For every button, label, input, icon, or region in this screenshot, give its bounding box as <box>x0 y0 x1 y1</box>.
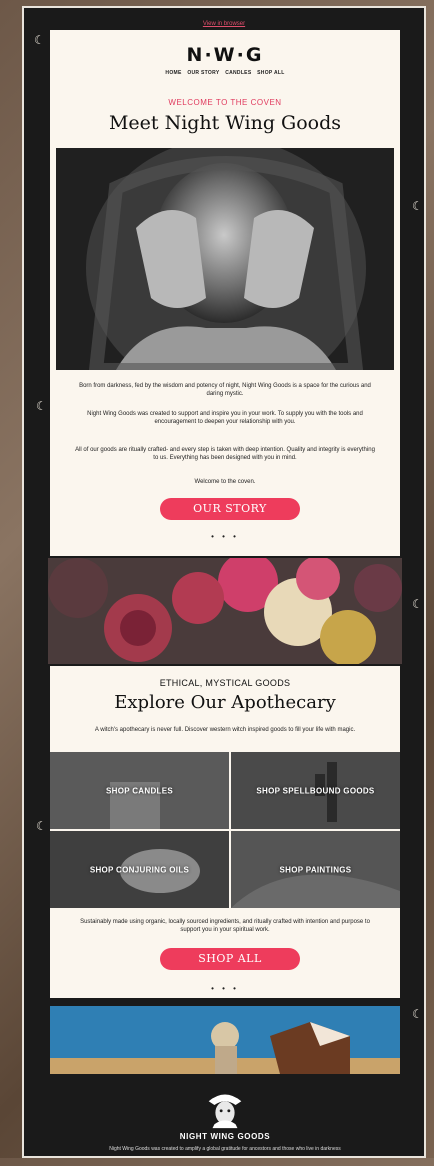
email-frame: View in browser ☾ ☾ ☾ ☾ ☾ ☾ N·W·G HOME O… <box>22 6 426 1158</box>
intro-eyebrow: WELCOME TO THE COVEN <box>168 98 282 107</box>
shop-spellbound-goods-label: SHOP SPELLBOUND GOODS <box>256 786 375 795</box>
crescent-moon-icon: ☾ <box>36 819 47 833</box>
apothecary-description: A witch's apothecary is never full. Disc… <box>94 727 356 733</box>
crescent-moon-icon: ☾ <box>412 1007 423 1021</box>
our-story-button[interactable]: OUR STORY <box>160 498 300 520</box>
main-nav: HOME OUR STORY CANDLES SHOP ALL <box>50 70 400 76</box>
horse-image <box>50 1006 400 1074</box>
crescent-moon-icon: ☾ <box>34 33 45 47</box>
footer-brand: NIGHT WING GOODS <box>179 1132 271 1141</box>
apothecary-note: Sustainably made using organic, locally … <box>80 919 370 933</box>
intro-title: Meet Night Wing Goods <box>108 112 342 134</box>
crescent-moon-icon: ☾ <box>36 399 47 413</box>
crescent-moon-icon: ☾ <box>412 597 423 611</box>
crescent-moon-icon: ☾ <box>412 199 423 213</box>
footer: NIGHT WING GOODS Night Wing Goods was cr… <box>50 1078 400 1166</box>
nav-home[interactable]: HOME <box>165 70 181 76</box>
nav-candles[interactable]: CANDLES <box>225 70 251 76</box>
apothecary-section: ETHICAL, MYSTICAL GOODS Explore Our Apot… <box>50 666 400 998</box>
shop-all-button[interactable]: SHOP ALL <box>160 948 300 970</box>
intro-paragraph: Welcome to the coven. <box>194 479 256 485</box>
top-bar: View in browser <box>24 12 424 28</box>
flowers-image <box>48 558 402 664</box>
shop-candles-tile[interactable]: SHOP CANDLES <box>50 752 229 829</box>
footer-text: Night Wing Goods was created to amplify … <box>109 1146 341 1152</box>
shop-paintings-tile[interactable]: SHOP PAINTINGS <box>231 831 400 908</box>
intro-paragraph: All of our goods are ritually crafted- a… <box>75 447 375 461</box>
apothecary-eyebrow: ETHICAL, MYSTICAL GOODS <box>159 678 291 688</box>
shop-conjuring-oils-label: SHOP CONJURING OILS <box>89 865 190 874</box>
nav-our-story[interactable]: OUR STORY <box>187 70 219 76</box>
shop-conjuring-oils-tile[interactable]: SHOP CONJURING OILS <box>50 831 229 908</box>
divider-dots: • • • <box>211 532 239 541</box>
nav-shop-all[interactable]: SHOP ALL <box>257 70 284 76</box>
hero-image <box>56 148 394 370</box>
divider-dots: • • • <box>211 984 239 993</box>
logo[interactable]: N·W·G <box>50 44 400 66</box>
intro-paragraph: Born from darkness, fed by the wisdom an… <box>79 383 371 397</box>
intro-section: N·W·G HOME OUR STORY CANDLES SHOP ALL WE… <box>50 30 400 556</box>
apothecary-title: Explore Our Apothecary <box>114 692 336 713</box>
shop-spellbound-goods-tile[interactable]: SHOP SPELLBOUND GOODS <box>231 752 400 829</box>
intro-paragraph: Night Wing Goods was created to support … <box>87 411 363 425</box>
witch-logo-icon <box>208 1094 242 1129</box>
view-in-browser-link[interactable]: View in browser <box>203 21 245 27</box>
shop-paintings-label: SHOP PAINTINGS <box>279 865 352 874</box>
shop-candles-label: SHOP CANDLES <box>105 786 174 795</box>
